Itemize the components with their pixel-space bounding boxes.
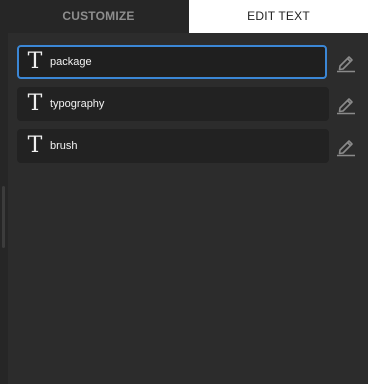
edit-package-button[interactable]	[335, 51, 357, 73]
edit-text-panel: CUSTOMIZE EDIT TEXT T package T typograp…	[0, 0, 368, 384]
pencil-icon	[337, 56, 355, 73]
resize-handle[interactable]	[2, 186, 5, 248]
tab-bar: CUSTOMIZE EDIT TEXT	[8, 0, 368, 33]
text-items-list: T package T typography T brush	[17, 45, 359, 171]
text-item-label: typography	[50, 98, 105, 110]
pencil-icon	[337, 140, 355, 157]
panel-resize-edge	[0, 0, 8, 384]
tab-edit-text[interactable]: EDIT TEXT	[189, 0, 368, 33]
tab-customize[interactable]: CUSTOMIZE	[8, 0, 189, 33]
text-item-row: T typography	[17, 87, 359, 121]
pencil-icon	[337, 98, 355, 115]
edit-typography-button[interactable]	[335, 93, 357, 115]
edit-brush-button[interactable]	[335, 135, 357, 157]
text-type-icon: T	[27, 133, 43, 158]
text-item-brush[interactable]: T brush	[17, 129, 329, 163]
text-type-icon: T	[27, 91, 43, 116]
text-item-label: brush	[50, 140, 78, 152]
text-item-typography[interactable]: T typography	[17, 87, 329, 121]
text-item-package[interactable]: T package	[17, 45, 327, 79]
text-item-label: package	[50, 56, 92, 68]
text-item-row: T package	[17, 45, 359, 79]
text-type-icon: T	[27, 49, 43, 74]
text-item-row: T brush	[17, 129, 359, 163]
